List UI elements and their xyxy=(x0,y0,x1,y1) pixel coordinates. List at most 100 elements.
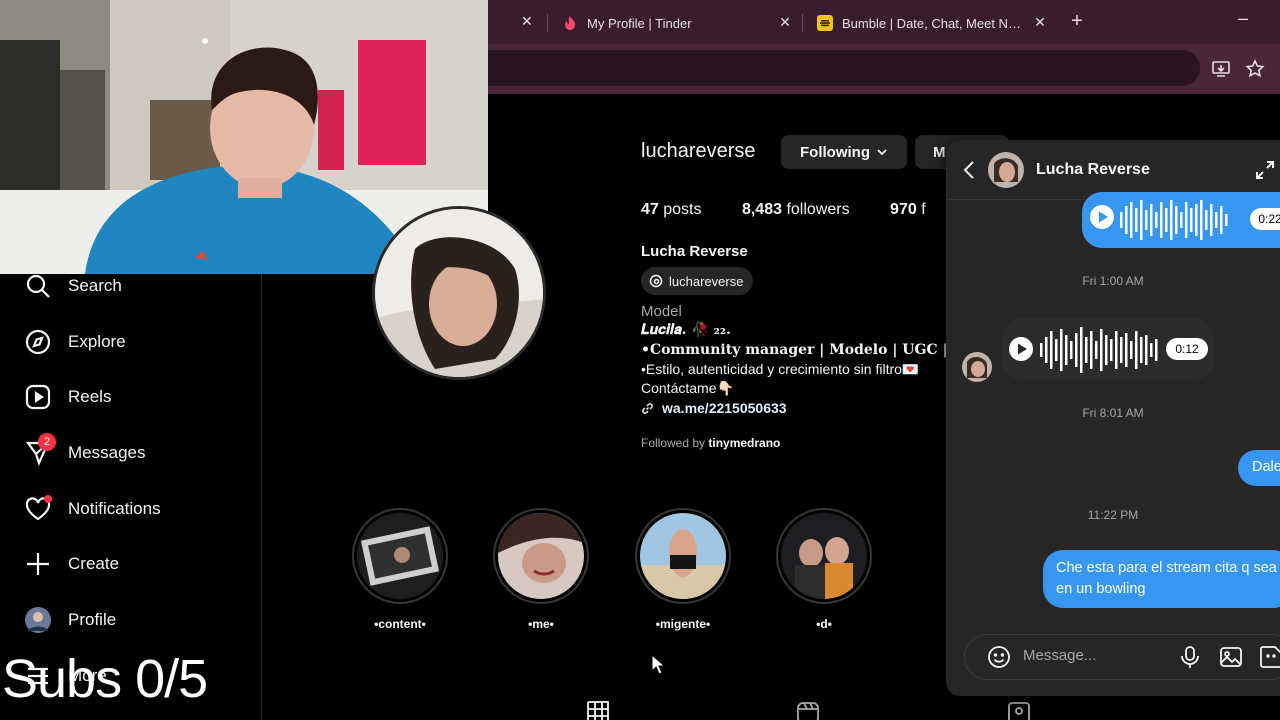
bookmark-star-icon[interactable] xyxy=(1243,57,1267,81)
followers-count: 8,483 xyxy=(741,201,782,218)
tab-separator xyxy=(547,14,548,32)
play-icon[interactable] xyxy=(1008,336,1034,362)
tab-separator xyxy=(802,14,803,32)
message-bubble-outgoing[interactable]: Che esta para el stream cita q sea en un… xyxy=(1043,550,1280,608)
chat-popup: Lucha Reverse 0:22 Fri 1:00 AM 0:12 Fri … xyxy=(946,140,1280,696)
bumble-logo-icon xyxy=(817,15,833,31)
tab-close-button[interactable]: ✕ xyxy=(521,13,533,30)
bio-link-text: wa.me/2215050633 xyxy=(662,400,787,416)
chat-timestamp: 11:22 PM xyxy=(1087,508,1139,522)
highlight-label: •content• xyxy=(374,617,426,631)
profile-stats: 47 posts 8,483 followers 970 f xyxy=(641,201,926,219)
sidebar-item-messages[interactable]: 2 Messages xyxy=(24,433,145,473)
image-icon[interactable] xyxy=(1219,645,1243,669)
threads-icon xyxy=(649,274,663,288)
tab-tinder[interactable]: My Profile | Tinder ✕ xyxy=(562,6,802,40)
messenger-icon: 2 xyxy=(24,433,56,467)
compass-icon xyxy=(24,328,52,356)
voice-duration: 0:22 xyxy=(1250,208,1280,230)
microphone-icon[interactable] xyxy=(1179,645,1201,669)
chevron-down-icon xyxy=(876,146,888,158)
install-app-icon[interactable] xyxy=(1209,57,1233,81)
reels-icon xyxy=(24,383,52,411)
highlight-cover xyxy=(781,513,867,599)
chat-contact-name[interactable]: Lucha Reverse xyxy=(1036,161,1150,179)
sidebar-item-profile[interactable]: Profile xyxy=(24,600,116,640)
voice-duration: 0:12 xyxy=(1166,338,1208,360)
sidebar-item-notifications[interactable]: Notifications xyxy=(24,489,161,529)
highlight-item[interactable]: •content• xyxy=(352,508,448,631)
followers-stat[interactable]: 8,483 followers xyxy=(742,201,850,218)
avatar[interactable] xyxy=(988,152,1024,188)
voice-message-incoming[interactable]: 0:12 xyxy=(1002,318,1214,380)
chat-timestamp: Fri 8:01 AM xyxy=(1082,406,1144,420)
heart-icon xyxy=(24,495,52,523)
sidebar-item-search[interactable]: Search xyxy=(24,266,122,306)
sidebar-item-label: Reels xyxy=(68,387,112,406)
tab-bumble[interactable]: Bumble | Date, Chat, Meet New ✕ xyxy=(817,6,1057,40)
bio-line: 𝑳𝒖𝒄𝒊𝒍𝒂. 🥀 ₂₂. xyxy=(641,322,731,338)
tab-close-button[interactable]: ✕ xyxy=(776,14,794,31)
chat-timestamp: Fri 1:00 AM xyxy=(1082,274,1144,288)
subs-counter-overlay: Subs 0/5 xyxy=(2,649,208,709)
following-label: f xyxy=(921,201,926,218)
tab-close-button[interactable]: ✕ xyxy=(1031,14,1049,31)
posts-label: posts xyxy=(663,201,702,218)
notification-dot xyxy=(44,495,52,503)
sidebar-item-reels[interactable]: Reels xyxy=(24,377,111,417)
mouse-cursor-icon xyxy=(651,653,666,681)
avatar xyxy=(24,606,52,634)
threads-badge[interactable]: luchareverse xyxy=(641,267,754,295)
tagged-icon[interactable] xyxy=(1007,700,1031,720)
following-button-label: Following xyxy=(800,143,870,161)
sidebar-item-explore[interactable]: Explore xyxy=(24,322,126,362)
bio-line: •Community manager | Modelo | UGC | Mkp xyxy=(641,342,988,358)
posts-count: 47 xyxy=(641,201,659,218)
highlight-label: •d• xyxy=(816,617,832,631)
minimize-window-button[interactable]: – xyxy=(1238,8,1248,29)
highlight-item[interactable]: •migente• xyxy=(635,508,731,631)
emoji-icon[interactable] xyxy=(987,645,1011,669)
profile-category: Model xyxy=(641,303,682,320)
message-input[interactable] xyxy=(1023,647,1163,664)
sidebar-item-label: Create xyxy=(68,554,120,573)
expand-icon[interactable] xyxy=(1255,160,1275,180)
voice-message-outgoing[interactable]: 0:22 xyxy=(1082,192,1280,248)
avatar xyxy=(962,352,992,382)
play-icon[interactable] xyxy=(1089,204,1115,230)
tab-title: My Profile | Tinder xyxy=(587,15,692,31)
tinder-flame-icon xyxy=(562,15,578,31)
highlight-item[interactable]: •me• xyxy=(493,508,589,631)
waveform xyxy=(1040,323,1162,377)
grid-icon[interactable] xyxy=(586,700,610,720)
tab-title: Bumble | Date, Chat, Meet New xyxy=(842,15,1022,31)
sidebar-item-label: Explore xyxy=(68,332,126,351)
highlight-cover xyxy=(357,513,443,599)
highlight-label: •me• xyxy=(528,617,554,631)
back-chevron-icon[interactable] xyxy=(962,160,976,180)
followers-label: followers xyxy=(786,201,850,218)
highlight-cover xyxy=(640,513,726,599)
message-button-label: M xyxy=(933,143,946,161)
posts-stat[interactable]: 47 posts xyxy=(641,201,702,218)
bio-link[interactable]: wa.me/2215050633 xyxy=(641,400,787,416)
followed-by-user: tinymedrano xyxy=(708,436,781,450)
following-button[interactable]: Following xyxy=(781,135,907,169)
sticker-icon[interactable] xyxy=(1259,645,1280,669)
new-tab-button[interactable]: + xyxy=(1066,10,1088,33)
following-stat[interactable]: 970 f xyxy=(890,201,926,218)
highlight-item[interactable]: •d• xyxy=(776,508,872,631)
profile-avatar[interactable] xyxy=(372,206,546,380)
sidebar-item-label: Profile xyxy=(68,610,117,629)
following-count: 970 xyxy=(890,201,917,218)
message-composer xyxy=(964,634,1280,680)
followed-by-label: Followed by xyxy=(641,436,706,450)
followed-by[interactable]: Followed by tinymedrano xyxy=(641,436,780,450)
sidebar-item-label: Notifications xyxy=(68,499,161,518)
reels-tab-icon[interactable] xyxy=(796,700,820,720)
highlight-label: •migente• xyxy=(655,617,711,631)
sidebar-item-label: Search xyxy=(68,276,122,295)
message-bubble-outgoing[interactable]: Dale xyxy=(1238,450,1280,486)
sidebar-item-create[interactable]: Create xyxy=(24,544,119,584)
messages-badge: 2 xyxy=(38,433,56,451)
